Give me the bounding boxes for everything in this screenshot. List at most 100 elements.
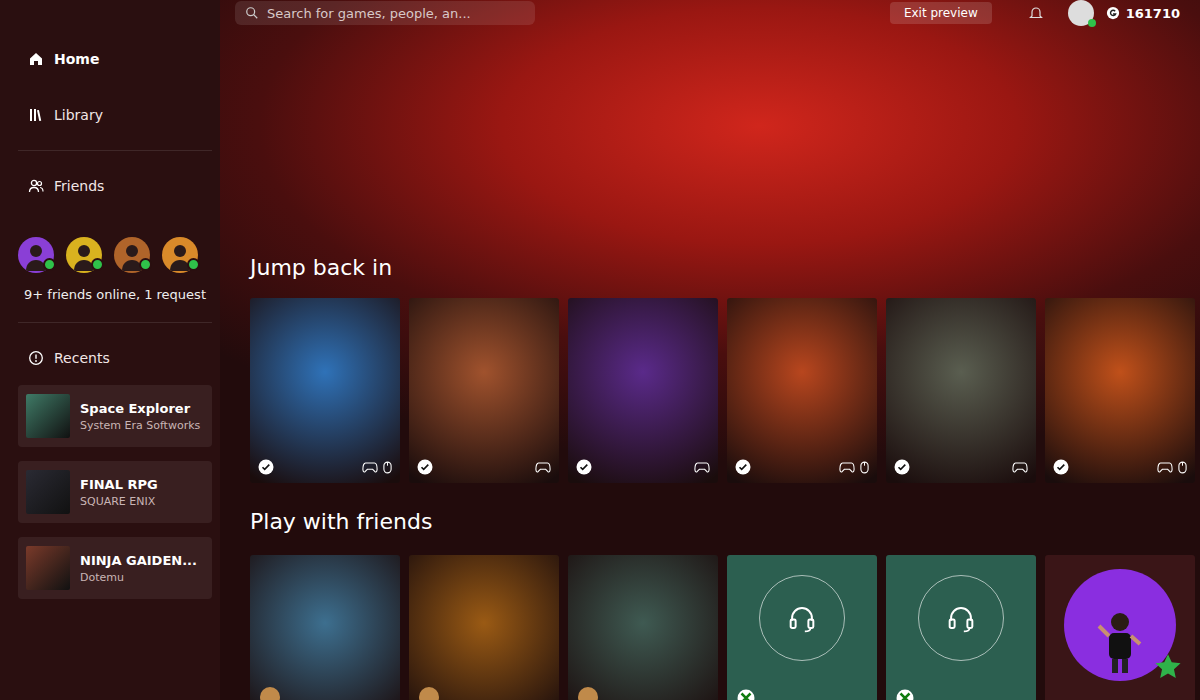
online-badge xyxy=(1088,19,1096,27)
friend-avatar[interactable] xyxy=(162,237,198,273)
game-tile[interactable] xyxy=(886,298,1036,483)
online-badge xyxy=(43,258,56,271)
recent-list: Space Explorer System Era Softworks FINA… xyxy=(18,385,212,599)
installed-check-icon xyxy=(1053,459,1069,475)
recent-title: FINAL RPG xyxy=(80,477,158,492)
recent-publisher: System Era Softworks xyxy=(80,419,200,432)
device-icons xyxy=(839,461,869,474)
device-icons xyxy=(1012,461,1028,474)
friend-avatar[interactable] xyxy=(66,237,102,273)
friend-avatar[interactable] xyxy=(18,237,54,273)
friends-icon xyxy=(28,178,44,194)
recent-text: FINAL RPG SQUARE ENIX xyxy=(80,477,158,508)
notification-icon[interactable] xyxy=(1028,5,1044,21)
search-field[interactable]: Search for games, people, an... xyxy=(235,1,535,25)
installed-check-icon xyxy=(258,459,274,475)
game-tile[interactable] xyxy=(568,555,718,700)
recent-item[interactable]: NINJA GAIDEN... Dotemu xyxy=(18,537,212,599)
nav-list: Home Library xyxy=(18,44,212,130)
controller-icon xyxy=(362,461,378,474)
avatar-tile[interactable] xyxy=(1045,555,1195,700)
game-thumbnail xyxy=(26,470,70,514)
nav-label: Home xyxy=(54,51,99,67)
sidebar: Home Library Friends 9+ friends online, … xyxy=(0,0,220,700)
home-icon xyxy=(28,51,44,67)
installed-check-icon xyxy=(576,459,592,475)
recents-label: Recents xyxy=(54,350,110,366)
party-tile[interactable] xyxy=(886,555,1036,700)
section-title: Jump back in xyxy=(250,254,1200,282)
tile-footer xyxy=(894,459,1028,475)
divider xyxy=(18,322,212,323)
controller-icon xyxy=(694,461,710,474)
search-placeholder: Search for games, people, an... xyxy=(267,6,471,21)
controller-icon xyxy=(535,461,551,474)
device-icons xyxy=(535,461,551,474)
recent-text: Space Explorer System Era Softworks xyxy=(80,401,200,432)
top-bar: Search for games, people, an... Exit pre… xyxy=(220,0,1200,26)
profile-avatar[interactable] xyxy=(1068,0,1094,26)
party-ring xyxy=(918,575,1004,661)
game-tile[interactable] xyxy=(1045,298,1195,483)
friend-avatar xyxy=(260,687,280,700)
nav-label: Library xyxy=(54,107,103,123)
friends-status: 9+ friends online, 1 request xyxy=(18,287,212,302)
recent-title: Space Explorer xyxy=(80,401,200,416)
game-tile[interactable] xyxy=(250,555,400,700)
divider xyxy=(18,150,212,151)
exit-preview-button[interactable]: Exit preview xyxy=(890,2,992,24)
online-badge xyxy=(139,258,152,271)
recent-text: NINJA GAIDEN... Dotemu xyxy=(80,553,197,584)
friends-row xyxy=(250,555,1200,700)
play-with-friends-section: Play with friends xyxy=(220,508,1200,700)
friends-link[interactable]: Friends xyxy=(18,171,212,201)
device-icons xyxy=(1157,461,1187,474)
controller-icon xyxy=(839,461,855,474)
gamerscore: 161710 xyxy=(1126,6,1180,21)
tile-footer xyxy=(735,459,869,475)
avatar-circle xyxy=(1064,569,1176,681)
xbox-logo-icon xyxy=(896,689,914,700)
game-tile[interactable] xyxy=(409,555,559,700)
mouse-icon xyxy=(1178,461,1187,474)
installed-check-icon xyxy=(894,459,910,475)
recent-publisher: Dotemu xyxy=(80,571,197,584)
headset-icon xyxy=(785,601,819,635)
recent-item[interactable]: Space Explorer System Era Softworks xyxy=(18,385,212,447)
xbox-logo-icon xyxy=(737,689,755,700)
library-icon xyxy=(28,107,44,123)
friends-label: Friends xyxy=(54,178,104,194)
game-tile[interactable] xyxy=(250,298,400,483)
mouse-icon xyxy=(383,461,392,474)
game-row xyxy=(250,298,1200,483)
nav-item[interactable]: Home xyxy=(18,44,212,74)
installed-check-icon xyxy=(735,459,751,475)
game-thumbnail xyxy=(26,546,70,590)
tile-footer xyxy=(417,459,551,475)
recents-header: Recents xyxy=(18,343,212,373)
nav-item[interactable]: Library xyxy=(18,100,212,130)
search-icon xyxy=(245,6,259,20)
game-thumbnail xyxy=(26,394,70,438)
main-content: Search for games, people, an... Exit pre… xyxy=(220,0,1200,700)
friend-avatar xyxy=(578,687,598,700)
star-badge-icon xyxy=(1154,653,1182,681)
party-ring xyxy=(759,575,845,661)
friend-avatar[interactable] xyxy=(114,237,150,273)
tile-footer xyxy=(258,459,392,475)
game-tile[interactable] xyxy=(727,298,877,483)
xbox-app: Home Library Friends 9+ friends online, … xyxy=(0,0,1200,700)
controller-icon xyxy=(1012,461,1028,474)
device-icons xyxy=(694,461,710,474)
installed-check-icon xyxy=(417,459,433,475)
section-title: Play with friends xyxy=(250,508,1200,536)
avatar-icon xyxy=(1090,601,1150,681)
party-tile[interactable] xyxy=(727,555,877,700)
mouse-icon xyxy=(860,461,869,474)
recent-item[interactable]: FINAL RPG SQUARE ENIX xyxy=(18,461,212,523)
game-tile[interactable] xyxy=(409,298,559,483)
headset-icon xyxy=(944,601,978,635)
game-tile[interactable] xyxy=(568,298,718,483)
tile-footer xyxy=(1053,459,1187,475)
online-badge xyxy=(91,258,104,271)
